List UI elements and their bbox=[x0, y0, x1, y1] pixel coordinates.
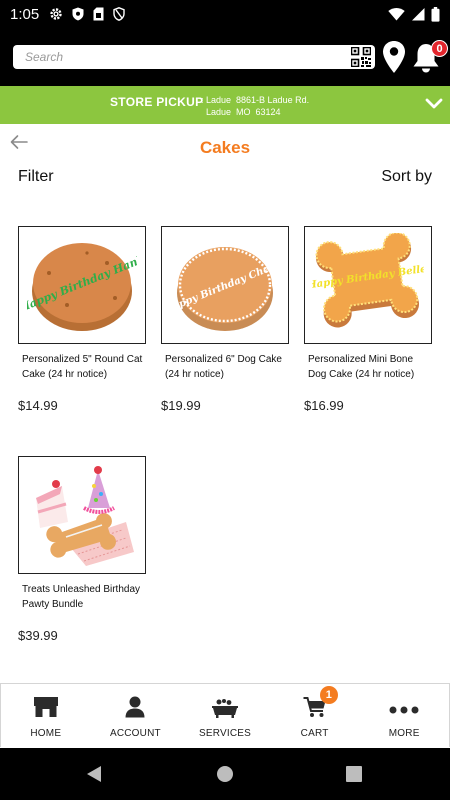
nav-services-label: SERVICES bbox=[198, 728, 251, 739]
nav-cart[interactable]: 1 CART bbox=[270, 684, 360, 747]
status-time: 1:05 bbox=[10, 5, 40, 23]
bathtub-icon bbox=[211, 699, 238, 718]
store-address-line2: Ladue MO 63124 bbox=[201, 107, 281, 117]
gear-icon bbox=[50, 8, 62, 20]
cart-count-badge: 1 bbox=[319, 686, 338, 704]
nav-cart-label: CART bbox=[300, 728, 329, 739]
nav-account-label: ACCOUNT bbox=[109, 728, 161, 739]
storefront-icon bbox=[33, 697, 58, 717]
bundle-image bbox=[36, 466, 134, 566]
app-header: 0 bbox=[0, 28, 450, 86]
product-price: $39.99 bbox=[18, 628, 58, 643]
nav-more-label: MORE bbox=[388, 728, 420, 739]
bottom-nav: HOME ACCOUNT SERVICES 1 CART MORE bbox=[0, 683, 450, 747]
round-cake-image: Happy Birthday Chewie bbox=[170, 247, 280, 331]
wifi-icon bbox=[388, 8, 405, 21]
store-address: : Ladue 8861-B Ladue Rd. Ladue MO 63124 bbox=[201, 94, 309, 118]
sort-by-button[interactable]: Sort by bbox=[381, 168, 432, 186]
qr-code-icon[interactable] bbox=[351, 47, 371, 67]
shield-icon bbox=[72, 7, 84, 21]
recents-square-icon[interactable] bbox=[346, 766, 362, 782]
store-pickup-label: STORE PICKUP bbox=[110, 95, 204, 109]
chevron-down-icon[interactable] bbox=[425, 97, 443, 111]
nav-account[interactable]: ACCOUNT bbox=[91, 684, 181, 747]
more-dots-icon bbox=[389, 706, 419, 714]
bone-cake-image: Happy Birthday Belle bbox=[312, 233, 424, 328]
product-card[interactable]: Happy Birthday Belle Personalized Mini B… bbox=[304, 226, 432, 413]
round-cake-image: Happy Birthday Hank bbox=[27, 243, 137, 331]
product-name[interactable]: Personalized 5" Round Cat Cake (24 hr no… bbox=[18, 353, 146, 383]
product-image[interactable]: Happy Birthday Hank bbox=[18, 226, 146, 344]
product-name[interactable]: Personalized 6" Dog Cake (24 hr notice) bbox=[161, 353, 289, 383]
nav-home-label: HOME bbox=[30, 728, 62, 739]
search-box bbox=[13, 45, 375, 69]
product-price: $16.99 bbox=[304, 398, 344, 413]
product-card[interactable]: Treats Unleashed Birthday Pawty Bundle $… bbox=[18, 456, 146, 643]
product-price: $14.99 bbox=[18, 398, 58, 413]
search-input[interactable] bbox=[13, 45, 343, 69]
location-pin-icon[interactable] bbox=[382, 40, 406, 74]
store-pickup-bar[interactable]: STORE PICKUP : Ladue 8861-B Ladue Rd. La… bbox=[0, 86, 450, 124]
page-title: Cakes bbox=[199, 138, 251, 157]
nav-services[interactable]: SERVICES bbox=[180, 684, 270, 747]
status-bar: 1:05 bbox=[0, 0, 450, 28]
filter-button[interactable]: Filter bbox=[18, 168, 54, 186]
sim-card-icon bbox=[93, 7, 104, 21]
product-image[interactable]: Happy Birthday Chewie bbox=[161, 226, 289, 344]
battery-icon bbox=[431, 6, 440, 22]
product-card[interactable]: Happy Birthday Chewie Personalized 6" Do… bbox=[161, 226, 289, 413]
product-image[interactable] bbox=[18, 456, 146, 574]
back-triangle-icon[interactable] bbox=[85, 765, 103, 783]
nav-more[interactable]: MORE bbox=[359, 684, 449, 747]
product-image[interactable]: Happy Birthday Belle bbox=[304, 226, 432, 344]
store-address-line1: : Ladue 8861-B Ladue Rd. bbox=[201, 95, 310, 105]
android-nav-bar bbox=[0, 748, 450, 800]
notification-button[interactable]: 0 bbox=[412, 40, 448, 76]
product-name[interactable]: Treats Unleashed Birthday Pawty Bundle bbox=[18, 583, 146, 613]
signal-icon bbox=[412, 8, 425, 21]
person-icon bbox=[125, 696, 145, 718]
home-circle-icon[interactable] bbox=[216, 765, 234, 783]
notification-count-badge: 0 bbox=[431, 40, 448, 57]
product-name[interactable]: Personalized Mini Bone Dog Cake (24 hr n… bbox=[304, 353, 432, 383]
product-card[interactable]: Happy Birthday Hank Personalized 5" Roun… bbox=[18, 226, 146, 413]
product-price: $19.99 bbox=[161, 398, 201, 413]
nav-home[interactable]: HOME bbox=[1, 684, 91, 747]
vpn-shield-icon bbox=[113, 7, 125, 21]
